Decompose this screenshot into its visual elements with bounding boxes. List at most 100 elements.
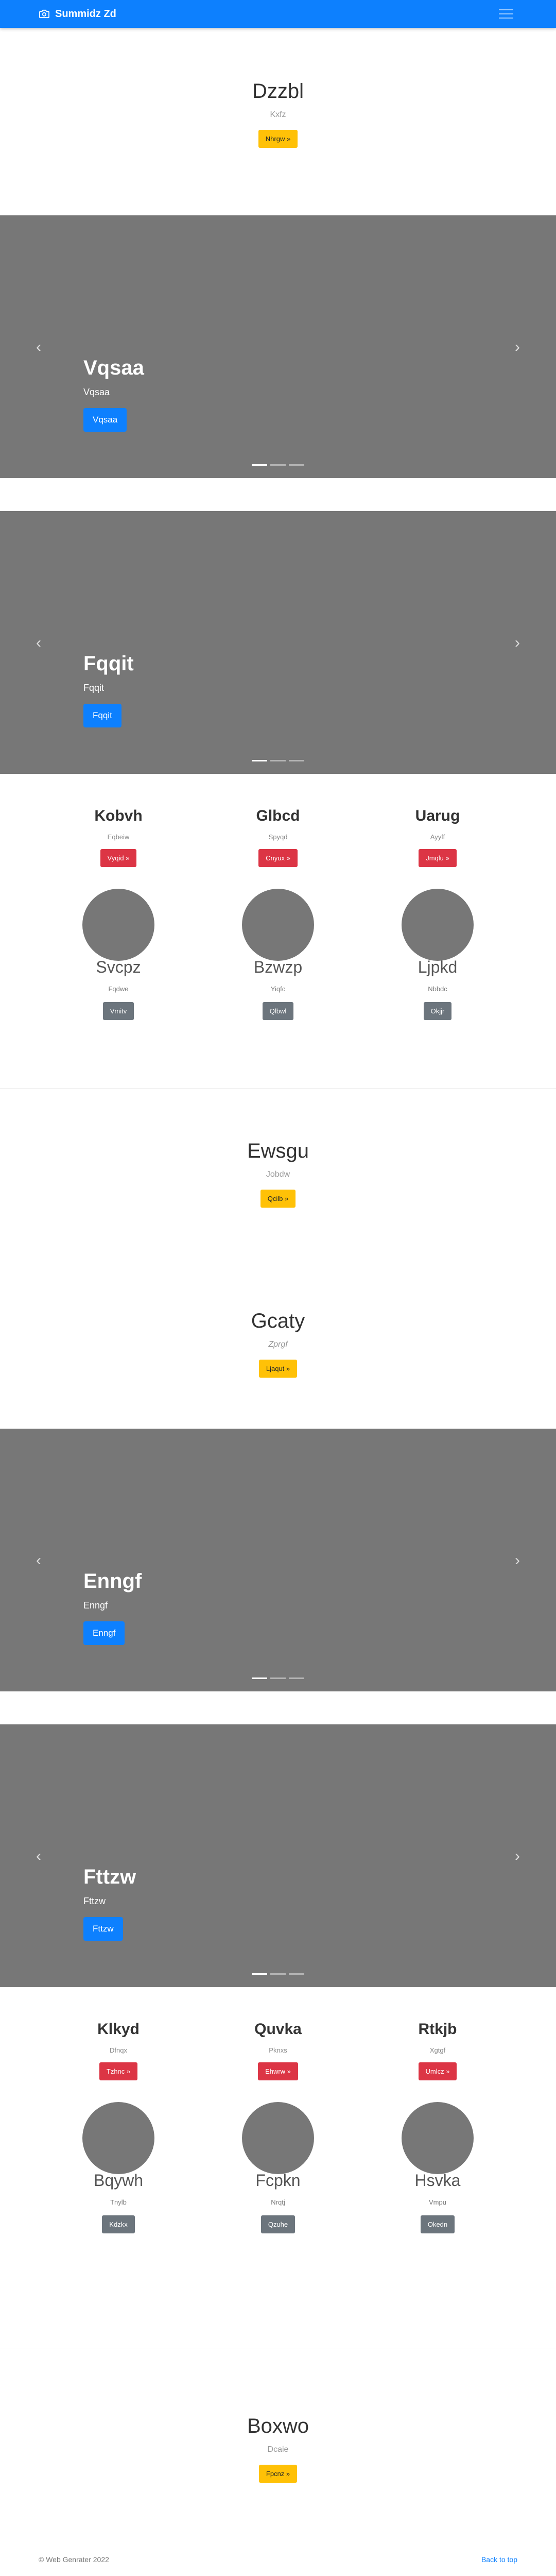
carousel-indicator[interactable]: [252, 1973, 267, 1975]
carousel-title: Vqsaa: [83, 357, 144, 379]
carousel-indicator[interactable]: [252, 1677, 267, 1679]
hero-subtitle: Zprgf: [268, 1340, 288, 1349]
hero-button[interactable]: Fpcnz »: [258, 2465, 298, 2483]
person-card: Fcpkn Nrqtj Qzuhe: [198, 2102, 358, 2233]
carousel-button[interactable]: Fqqit: [83, 704, 121, 727]
carousel-next-icon[interactable]: ›: [515, 635, 520, 651]
person-text: Yiqfc: [270, 985, 286, 993]
carousel-indicator[interactable]: [289, 1973, 304, 1975]
carousel-caption: Fttzw Fttzw Fttzw: [83, 1866, 136, 1941]
person-button[interactable]: Okjjr: [423, 1002, 452, 1020]
carousel-indicator[interactable]: [270, 1973, 286, 1975]
person-name: Bqywh: [93, 2171, 144, 2190]
carousel-prev-icon[interactable]: ‹: [36, 1849, 41, 1864]
hamburger-icon: [499, 9, 513, 10]
hero-section: Dzzbl Kxfz Nhrgw »: [0, 28, 556, 200]
person-button[interactable]: Vmitv: [102, 1002, 134, 1020]
feature-button[interactable]: Jmqlu »: [419, 849, 457, 867]
hero-subtitle: Dcaie: [267, 2445, 289, 2454]
carousel: ‹ › Enngf Enngf Enngf: [0, 1429, 556, 1691]
hero-button[interactable]: Qcilb »: [260, 1190, 296, 1208]
feature-title: Rtkjb: [418, 2021, 457, 2038]
hero-subtitle: Kxfz: [270, 110, 286, 119]
person-card: Svcpz Fqdwe Vmitv: [39, 889, 198, 1020]
person-button[interactable]: Qlbwl: [262, 1002, 294, 1020]
menu-toggle-button[interactable]: [495, 5, 517, 23]
feature-title: Uarug: [415, 807, 460, 824]
carousel-indicator[interactable]: [252, 760, 267, 761]
feature-button[interactable]: Vyqid »: [100, 849, 137, 867]
carousel-prev-icon[interactable]: ‹: [36, 340, 41, 355]
brand-link[interactable]: Summidz Zd: [39, 8, 116, 20]
person-button[interactable]: Qzuhe: [260, 2215, 296, 2233]
hero-button[interactable]: Nhrgw »: [258, 130, 298, 148]
carousel-indicator[interactable]: [289, 464, 304, 466]
carousel-caption: Fqqit Fqqit Fqqit: [83, 652, 134, 727]
carousel-indicator[interactable]: [270, 1677, 286, 1679]
person-name: Hsvka: [414, 2171, 461, 2190]
feature-title: Glbcd: [256, 807, 300, 824]
hero-section: Gcaty Zprgf Ljaqut »: [0, 1259, 556, 1429]
feature-button[interactable]: Tzhnc »: [99, 2062, 138, 2080]
person-text: Nbbdc: [428, 985, 447, 993]
person-name: Bzwzp: [253, 958, 303, 976]
person-text: Vmpu: [429, 2198, 446, 2206]
carousel-title: Fttzw: [83, 1866, 136, 1888]
carousel-indicator[interactable]: [270, 464, 286, 466]
person-button[interactable]: Okedn: [420, 2215, 455, 2233]
carousel: ‹ › Vqsaa Vqsaa Vqsaa: [0, 215, 556, 478]
feature-text: Eqbeiw: [107, 833, 130, 841]
carousel-indicators: [252, 760, 304, 761]
person-text: Tnylb: [110, 2198, 127, 2206]
avatar: [242, 889, 314, 961]
carousel-next-icon[interactable]: ›: [515, 1553, 520, 1568]
carousel-indicator[interactable]: [289, 760, 304, 761]
hero-section: Ewsgu Jobdw Qcilb »: [0, 1089, 556, 1259]
person-card: Hsvka Vmpu Okedn: [358, 2102, 517, 2233]
feature-title: Klkyd: [97, 2021, 140, 2038]
avatar: [402, 889, 474, 961]
person-button[interactable]: Kdzkx: [102, 2215, 135, 2233]
carousel-next-icon[interactable]: ›: [515, 340, 520, 355]
footer: © Web Genrater 2022 Back to top: [0, 2549, 556, 2570]
carousel-prev-icon[interactable]: ‹: [36, 1553, 41, 1568]
carousel-indicators: [252, 1677, 304, 1679]
feature-title: Quvka: [254, 2021, 302, 2038]
person-text: Nrqtj: [271, 2198, 285, 2206]
hero-title: Gcaty: [251, 1310, 305, 1332]
person-name: Fcpkn: [255, 2171, 301, 2190]
carousel-text: Fttzw: [83, 1896, 106, 1906]
person-name: Ljpkd: [418, 958, 458, 976]
carousel-next-icon[interactable]: ›: [515, 1849, 520, 1864]
person-card: Bzwzp Yiqfc Qlbwl: [198, 889, 358, 1020]
carousel-prev-icon[interactable]: ‹: [36, 635, 41, 651]
feature-button[interactable]: Cnyux »: [258, 849, 298, 867]
carousel-indicator[interactable]: [270, 760, 286, 761]
carousel-caption: Vqsaa Vqsaa Vqsaa: [83, 357, 144, 432]
carousel-caption: Enngf Enngf Enngf: [83, 1570, 142, 1645]
feature-item: Quvka Pknxs Ehwrw »: [198, 2021, 358, 2080]
feature-button[interactable]: Ehwrw »: [258, 2062, 298, 2080]
hero-button[interactable]: Ljaqut »: [258, 1360, 298, 1378]
feature-item: Klkyd Dfnqx Tzhnc »: [39, 2021, 198, 2080]
carousel: ‹ › Fqqit Fqqit Fqqit: [0, 511, 556, 774]
carousel-button[interactable]: Vqsaa: [83, 408, 127, 432]
carousel-text: Enngf: [83, 1600, 108, 1611]
carousel-button[interactable]: Enngf: [83, 1621, 125, 1645]
carousel-indicators: [252, 464, 304, 466]
carousel-indicator[interactable]: [289, 1677, 304, 1679]
carousel-indicator[interactable]: [252, 464, 267, 466]
features-section: Kobvh Eqbeiw Vyqid » Glbcd Spyqd Cnyux »…: [0, 774, 556, 1088]
carousel-button[interactable]: Fttzw: [83, 1917, 123, 1941]
hero-section: Boxwo Dcaie Fpcnz »: [0, 2348, 556, 2549]
navbar: Summidz Zd: [0, 0, 556, 28]
back-to-top-link[interactable]: Back to top: [481, 2555, 517, 2564]
feature-button[interactable]: Umlcz »: [418, 2062, 457, 2080]
avatar: [242, 2102, 314, 2174]
brand-name: Summidz Zd: [55, 8, 116, 20]
copyright-text: © Web Genrater 2022: [39, 2555, 109, 2564]
feature-text: Ayyff: [430, 833, 445, 841]
person-text: Fqdwe: [108, 985, 129, 993]
feature-text: Dfnqx: [110, 2046, 127, 2054]
hero-title: Dzzbl: [252, 80, 304, 103]
